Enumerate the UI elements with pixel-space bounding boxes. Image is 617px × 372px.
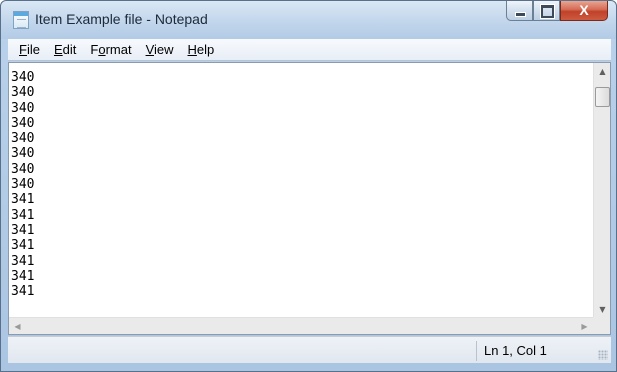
scroll-down-icon[interactable]: ▼ (594, 301, 611, 318)
vertical-scrollbar[interactable]: ▲ ▼ (593, 63, 610, 318)
editor-text[interactable]: 340 340 340 340 340 340 340 340 341 341 341 341 341 3… (11, 70, 595, 315)
text-line[interactable]: 340 (11, 116, 595, 131)
scrollbar-corner (593, 317, 610, 334)
maximize-button[interactable] (533, 1, 560, 21)
text-line[interactable]: 341 (11, 208, 595, 223)
menu-format[interactable]: Format (83, 40, 138, 60)
text-line[interactable]: 341 (11, 269, 595, 284)
text-editor[interactable]: 340 340 340 340 340 340 340 340 341 341 341 341 341 3… (8, 62, 611, 335)
status-divider (476, 341, 477, 361)
text-line[interactable]: 340 (11, 70, 595, 85)
scroll-up-icon[interactable]: ▲ (594, 63, 611, 80)
status-bar: Ln 1, Col 1 (8, 336, 611, 363)
menu-view[interactable]: View (139, 40, 181, 60)
scroll-right-icon[interactable]: ▶ (576, 318, 593, 335)
text-line[interactable]: 340 (11, 101, 595, 116)
title-bar[interactable]: Item Example file - Notepad X (1, 1, 616, 39)
text-line[interactable]: 340 (11, 162, 595, 177)
text-line[interactable]: 340 (11, 131, 595, 146)
horizontal-scrollbar[interactable]: ◀ ▶ (9, 317, 593, 334)
text-line[interactable]: 341 (11, 284, 595, 299)
text-line[interactable]: 341 (11, 223, 595, 238)
menu-edit[interactable]: Edit (47, 40, 83, 60)
menu-file[interactable]: File (12, 40, 47, 60)
cursor-position: Ln 1, Col 1 (484, 343, 547, 358)
minimize-button[interactable] (506, 1, 533, 21)
notepad-window: Item Example file - Notepad X File Edit … (0, 0, 617, 372)
text-line[interactable]: 340 (11, 85, 595, 100)
close-button[interactable]: X (560, 1, 608, 21)
text-line[interactable]: 341 (11, 192, 595, 207)
resize-grip-icon[interactable] (598, 350, 608, 360)
text-line[interactable]: 341 (11, 238, 595, 253)
notepad-icon[interactable] (13, 11, 29, 29)
vertical-scroll-thumb[interactable] (595, 87, 610, 107)
window-title: Item Example file - Notepad (35, 11, 208, 27)
text-line[interactable]: 340 (11, 177, 595, 192)
scroll-left-icon[interactable]: ◀ (9, 318, 26, 335)
text-line[interactable]: 341 (11, 254, 595, 269)
caption-buttons: X (506, 1, 608, 22)
text-line[interactable]: 340 (11, 146, 595, 161)
menu-help[interactable]: Help (181, 40, 222, 60)
menu-bar: File Edit Format View Help (8, 39, 611, 61)
